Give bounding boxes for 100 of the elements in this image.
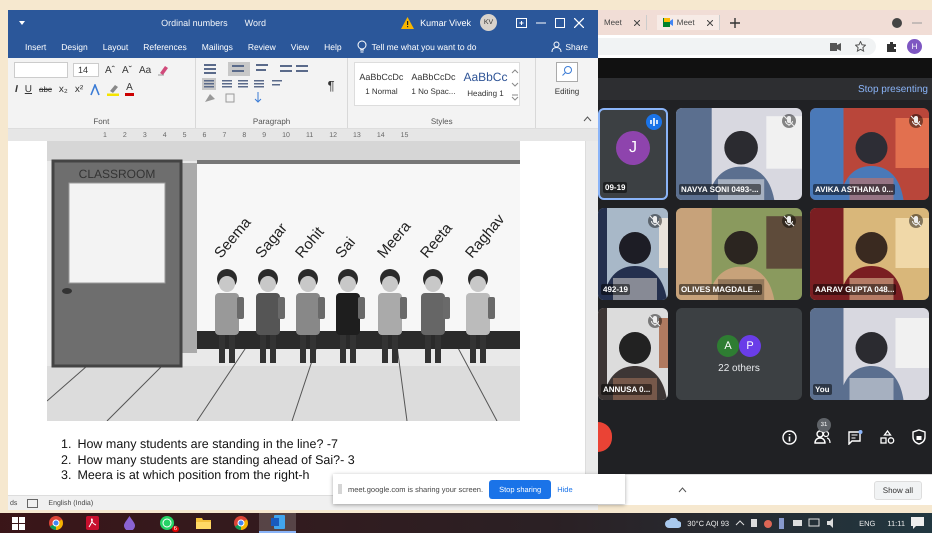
maximize-icon[interactable] (555, 18, 566, 28)
format-button[interactable]: I (14, 84, 19, 95)
participant-tile[interactable]: J 09-19 (598, 108, 668, 200)
participant-tile[interactable]: OLIVES MAGDALE... (676, 208, 802, 300)
people-icon[interactable] (814, 430, 831, 444)
door-sign: CLASSROOM (78, 167, 156, 181)
notifications-icon[interactable] (911, 517, 924, 529)
chat-app-icon (160, 516, 174, 530)
style-preview[interactable]: AaBbCc Heading 1 (459, 70, 512, 98)
weather-cloud-icon[interactable] (665, 518, 682, 528)
find-icon (556, 62, 578, 82)
collapse-ribbon-icon[interactable] (583, 116, 592, 122)
show-formatting-button[interactable]: ¶ (326, 78, 336, 93)
style-preview[interactable]: AaBbCcDc 1 No Spac... (407, 72, 460, 96)
group-label: Styles (430, 117, 454, 126)
question-number: 2. (61, 452, 72, 468)
ribbon-tab[interactable]: Help (324, 42, 342, 52)
participant-tile[interactable]: 492-19 (598, 208, 668, 300)
others-count: 22 others (718, 362, 760, 374)
start-icon (12, 516, 25, 530)
ribbon-tab[interactable]: View (290, 42, 310, 52)
drop-icon (124, 516, 135, 530)
new-tab-icon[interactable] (730, 18, 740, 28)
video-camera-icon (662, 18, 673, 27)
document-title: Ordinal numbers (161, 18, 228, 28)
browser-icon (234, 516, 248, 530)
text-effects-icon[interactable] (89, 84, 102, 96)
browser-icon (48, 516, 62, 530)
ribbon-tab[interactable]: Review (248, 42, 276, 52)
gallery-scroll-icon[interactable] (511, 67, 520, 101)
font-tool-button[interactable]: Aˇ (121, 64, 133, 76)
pdf-icon (86, 516, 99, 530)
warning-icon[interactable] (401, 16, 414, 28)
puzzle-icon[interactable] (886, 41, 897, 52)
shapes-icon[interactable] (880, 430, 895, 444)
shield-lock-icon[interactable] (912, 429, 926, 445)
participant-tile[interactable]: AARAV GUPTA 048... (810, 208, 929, 300)
highlighter-icon[interactable] (106, 84, 120, 96)
participant-tile[interactable]: You (810, 308, 929, 400)
document-app-icon (270, 515, 284, 529)
participant-name: OLIVES MAGDALE... (679, 284, 762, 295)
font-color-button[interactable]: A (125, 83, 134, 96)
group-label: Paragraph (252, 117, 292, 126)
participant-tile[interactable]: NAVYA SONI 0493-... (676, 108, 802, 200)
format-button[interactable]: U (24, 84, 34, 95)
info-icon[interactable] (782, 430, 797, 444)
profile-avatar[interactable]: H (907, 39, 922, 54)
chevron-up-icon[interactable] (678, 487, 687, 493)
address-bar[interactable] (598, 38, 876, 55)
question-text: Meera is at which position from the right-h (77, 468, 310, 484)
participant-name: AVIKA ASTHANA 0... (813, 184, 896, 195)
font-tool-button[interactable]: Aˆ (104, 64, 116, 76)
participant-name: AARAV GUPTA 048... (813, 284, 896, 295)
participant-tile[interactable]: AVIKA ASTHANA 0... (810, 108, 929, 200)
format-button[interactable]: x² (74, 84, 84, 95)
participant-name: 492-19 (601, 284, 630, 295)
font-size-field[interactable]: 14 (73, 63, 99, 77)
question-number: 3. (61, 468, 72, 484)
person-icon (551, 41, 562, 52)
participant-tile[interactable]: A P 22 others (676, 308, 802, 400)
font-name-field[interactable] (14, 62, 68, 78)
share-button[interactable]: Share (551, 41, 588, 52)
close-icon[interactable] (634, 20, 640, 26)
user-name[interactable]: Kumar Vivek (420, 18, 472, 28)
folder-icon (196, 517, 211, 529)
end-call-button[interactable] (598, 422, 612, 452)
proofing-icon[interactable] (27, 498, 38, 508)
font-tool-button[interactable]: Aa (138, 64, 152, 76)
style-preview[interactable]: AaBbCcDc 1 Normal (355, 72, 408, 96)
editing-button[interactable]: Editing (554, 62, 580, 96)
ribbon-tab[interactable]: Insert (25, 42, 46, 52)
clear-formatting-icon[interactable] (157, 64, 170, 76)
close-icon[interactable] (706, 20, 713, 26)
speaking-indicator-icon (646, 114, 662, 130)
participant-tile[interactable]: ANNUSA 0... (598, 308, 668, 400)
star-icon[interactable] (855, 41, 866, 52)
ribbon-tab[interactable]: Mailings (202, 42, 233, 52)
participant-name: You (813, 384, 832, 395)
browser-tab[interactable]: Meet (656, 15, 720, 30)
browser-tab[interactable]: Meet (598, 15, 647, 30)
participant-name: 09-19 (603, 182, 628, 193)
question-text: How many students are standing ahead of Sai?- 3 (77, 452, 355, 468)
quick-access-caret-icon[interactable] (18, 20, 26, 26)
show-all-button[interactable]: Show all (874, 480, 922, 500)
participant-name: ANNUSA 0... (601, 384, 652, 395)
lightbulb-icon (356, 40, 367, 53)
ribbon-tab[interactable]: References (143, 42, 187, 52)
format-button[interactable]: abc (38, 85, 53, 94)
format-button[interactable]: x₂ (58, 84, 69, 95)
chat-icon[interactable] (848, 430, 863, 444)
stop-presenting-button[interactable]: Stop presenting (858, 84, 928, 94)
tell-me-search[interactable]: Tell me what you want to do (372, 42, 476, 52)
ribbon-display-icon[interactable] (516, 18, 528, 28)
camera-icon[interactable] (830, 42, 841, 50)
drag-handle-icon[interactable] (338, 484, 342, 494)
participant-avatar: P (739, 334, 761, 356)
ribbon-tab[interactable]: Design (61, 42, 88, 52)
ribbon-tab[interactable]: Layout (102, 42, 128, 52)
participant-name: NAVYA SONI 0493-... (679, 184, 761, 195)
group-label: Font (92, 117, 110, 126)
